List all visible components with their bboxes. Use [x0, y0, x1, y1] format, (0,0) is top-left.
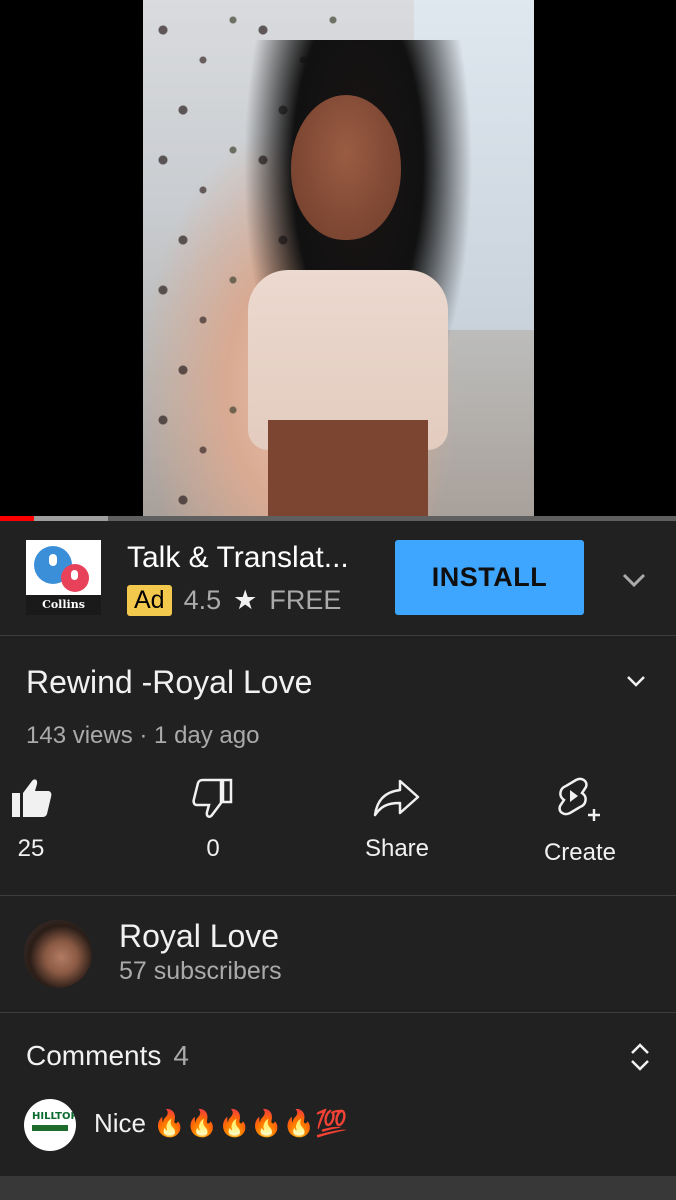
ad-banner[interactable]: Collins Talk & Translat... Ad 4.5 ★ FREE…	[0, 521, 676, 636]
top-comment-text: Nice 🔥🔥🔥🔥🔥💯	[94, 1108, 348, 1138]
channel-name[interactable]: Royal Love	[119, 918, 279, 955]
commenter-logo-text: HILLTOP	[32, 1111, 76, 1122]
channel-avatar[interactable]	[24, 920, 92, 988]
video-player[interactable]	[0, 0, 676, 518]
create-button[interactable]: Create	[540, 775, 620, 885]
dislike-button[interactable]: 0	[190, 775, 236, 885]
comments-label: Comments	[26, 1040, 162, 1071]
expand-collapse-icon[interactable]	[626, 1040, 654, 1074]
thumbs-down-icon	[192, 778, 233, 818]
commenter-avatar[interactable]: HILLTOP	[24, 1099, 76, 1151]
share-button[interactable]: Share	[362, 775, 432, 885]
ad-price: FREE	[269, 584, 342, 615]
commenter-logo-bar	[32, 1125, 68, 1131]
speech-bubble-pink-icon	[61, 564, 89, 592]
dislike-count: 0	[206, 835, 220, 862]
bottom-bar	[0, 1176, 676, 1200]
ad-rating: 4.5	[183, 584, 222, 615]
chevron-down-icon[interactable]	[618, 564, 650, 596]
video-stats: 143 views · 1 day ago	[26, 722, 260, 749]
star-icon: ★	[233, 584, 258, 615]
like-button[interactable]: 25	[8, 775, 54, 885]
create-label: Create	[543, 839, 617, 866]
ad-brand-label: Collins	[26, 595, 101, 615]
channel-row[interactable]: Royal Love 57 subscribers	[0, 896, 676, 1013]
chevron-down-icon[interactable]	[622, 667, 650, 695]
video-subject-face	[291, 95, 401, 240]
actions-row: 25 0 Share Create	[0, 775, 676, 896]
install-button[interactable]: INSTALL	[395, 540, 584, 615]
share-icon	[373, 779, 420, 817]
thumbs-up-icon	[12, 779, 52, 817]
create-shorts-icon	[558, 777, 600, 821]
comments-count: 4	[173, 1040, 189, 1071]
share-label: Share	[364, 835, 430, 862]
comments-header[interactable]: Comments 4	[26, 1040, 189, 1072]
video-title[interactable]: Rewind -Royal Love	[26, 664, 312, 701]
ad-app-logo: Collins	[26, 540, 101, 615]
ad-meta: Ad 4.5 ★ FREE	[127, 584, 341, 616]
ad-badge: Ad	[127, 584, 172, 616]
video-subject-torso	[268, 420, 428, 518]
ad-title[interactable]: Talk & Translat...	[127, 541, 349, 575]
video-frame	[143, 0, 534, 518]
like-count: 25	[17, 835, 45, 862]
channel-subscribers: 57 subscribers	[119, 957, 282, 985]
